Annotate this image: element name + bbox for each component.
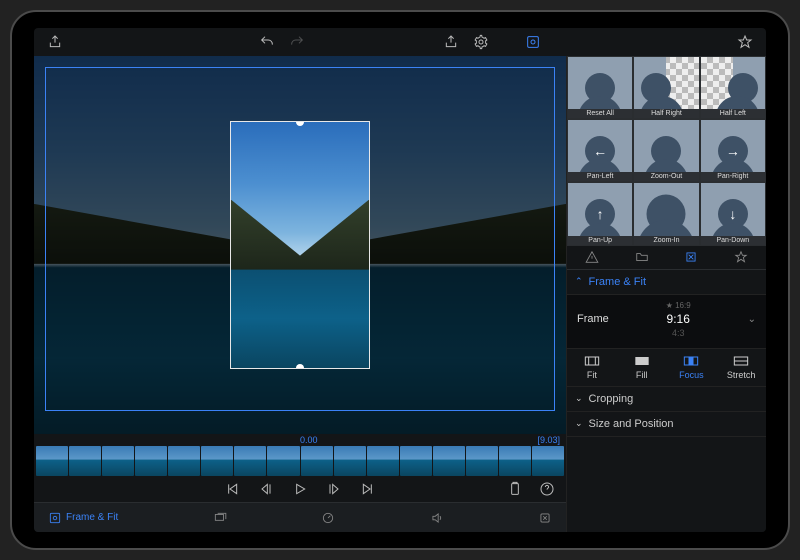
help-icon[interactable] xyxy=(536,478,558,500)
left-column: 0.00 [9.03] xyxy=(34,56,566,532)
frame-label: Frame xyxy=(577,313,609,325)
section-frame-fit[interactable]: ⌃ Frame & Fit xyxy=(567,270,766,295)
chevron-down-icon: ⌄ xyxy=(575,418,583,429)
preview-canvas[interactable] xyxy=(34,56,566,434)
skip-start-icon[interactable] xyxy=(221,478,243,500)
panel-tab-crop-icon[interactable] xyxy=(667,246,717,269)
export-icon[interactable] xyxy=(42,31,68,53)
preset-grid: Reset All Half Right Half Left ←Pan-Left… xyxy=(567,56,766,246)
bottom-tab-speed-icon[interactable] xyxy=(311,503,345,532)
top-toolbar xyxy=(34,28,766,56)
bottom-tab-frame-fit[interactable]: Frame & Fit xyxy=(38,503,128,532)
mode-fill[interactable]: Fill xyxy=(617,349,667,386)
gear-icon[interactable] xyxy=(468,31,494,53)
time-end: [9.03] xyxy=(537,435,560,445)
bottom-tab-layers-icon[interactable] xyxy=(203,503,237,532)
tablet-frame: 0.00 [9.03] xyxy=(10,10,790,550)
undo-icon[interactable] xyxy=(254,31,280,53)
redo-icon[interactable] xyxy=(284,31,310,53)
bottom-tab-effects-icon[interactable] xyxy=(528,503,562,532)
panel-tab-row xyxy=(567,246,766,270)
preset-pan-left[interactable]: ←Pan-Left xyxy=(567,119,633,182)
preset-reset-all[interactable]: Reset All xyxy=(567,56,633,119)
play-icon[interactable] xyxy=(289,478,311,500)
share-icon[interactable] xyxy=(438,31,464,53)
chevron-up-icon: ⌃ xyxy=(575,276,583,287)
chevron-down-icon: ⌄ xyxy=(575,393,583,404)
crop-handle-bottom[interactable] xyxy=(296,364,304,369)
step-back-icon[interactable] xyxy=(255,478,277,500)
arrow-right-icon: → xyxy=(726,143,740,159)
preset-pan-up[interactable]: ↑Pan-Up xyxy=(567,182,633,245)
mode-fit[interactable]: Fit xyxy=(567,349,617,386)
section-cropping[interactable]: ⌄ Cropping xyxy=(567,387,766,412)
panel-tab-favorite-icon[interactable] xyxy=(716,246,766,269)
bottom-tab-label: Frame & Fit xyxy=(66,512,118,523)
frame-ratio-picker[interactable]: ★ 16:9 9:16 4:3 xyxy=(609,301,748,338)
panel-tab-folder-icon[interactable] xyxy=(617,246,667,269)
fit-mode-row: Fit Fill Focus Stretch xyxy=(567,348,766,387)
preset-pan-down[interactable]: ↓Pan-Down xyxy=(700,182,766,245)
arrow-down-icon: ↓ xyxy=(729,206,736,222)
preset-zoom-in[interactable]: Zoom-In xyxy=(633,182,699,245)
inspector-panel: Reset All Half Right Half Left ←Pan-Left… xyxy=(566,56,766,532)
mode-stretch[interactable]: Stretch xyxy=(716,349,766,386)
time-labels: 0.00 [9.03] xyxy=(34,434,566,446)
frame-row[interactable]: Frame ★ 16:9 9:16 4:3 ⌄ xyxy=(567,295,766,348)
arrow-up-icon: ↑ xyxy=(597,206,604,222)
timeline[interactable] xyxy=(34,446,566,476)
panel-tab-warning-icon[interactable] xyxy=(567,246,617,269)
step-forward-icon[interactable] xyxy=(323,478,345,500)
frame-fit-panel-icon[interactable] xyxy=(520,31,546,53)
mode-focus[interactable]: Focus xyxy=(667,349,717,386)
app-screen: 0.00 [9.03] xyxy=(34,28,766,532)
time-start: 0.00 xyxy=(80,435,537,445)
skip-end-icon[interactable] xyxy=(357,478,379,500)
section-size-position[interactable]: ⌄ Size and Position xyxy=(567,412,766,437)
preset-half-right[interactable]: Half Right xyxy=(633,56,699,119)
preset-zoom-out[interactable]: Zoom-Out xyxy=(633,119,699,182)
bottom-tab-audio-icon[interactable] xyxy=(420,503,454,532)
crop-rectangle[interactable] xyxy=(230,121,370,369)
preset-pan-right[interactable]: →Pan-Right xyxy=(700,119,766,182)
arrow-left-icon: ← xyxy=(593,143,607,159)
chevron-down-icon: ⌄ xyxy=(748,314,756,325)
favorite-star-icon[interactable] xyxy=(732,31,758,53)
main-area: 0.00 [9.03] xyxy=(34,56,766,532)
preset-half-left[interactable]: Half Left xyxy=(700,56,766,119)
bottom-tab-bar: Frame & Fit xyxy=(34,502,566,532)
clipboard-icon[interactable] xyxy=(504,478,526,500)
transport-bar xyxy=(34,476,566,502)
